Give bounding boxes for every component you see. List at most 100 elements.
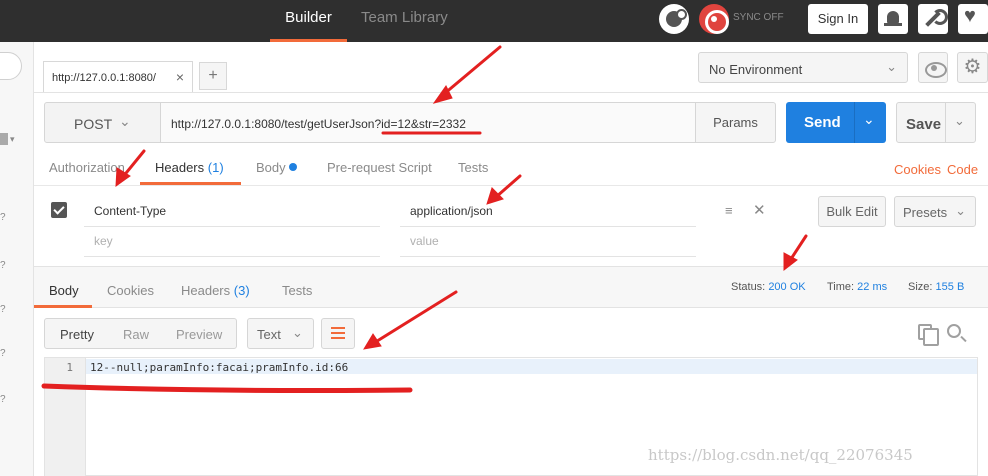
line-gutter: 1 (45, 358, 86, 476)
notifications-bell-icon[interactable] (878, 4, 908, 34)
add-tab-button[interactable]: + (199, 62, 227, 90)
tab-body[interactable]: Body (256, 160, 297, 175)
bulk-edit-button[interactable]: Bulk Edit (818, 196, 886, 227)
drag-handle-icon[interactable]: ≡ (725, 203, 733, 218)
pretty-button[interactable]: Pretty (60, 327, 94, 342)
delete-header-icon[interactable]: ✕ (753, 201, 766, 219)
request-tab[interactable]: http://127.0.0.1:8080/ × (43, 61, 193, 92)
url-input[interactable]: http://127.0.0.1:8080/test/getUserJson?i… (160, 102, 696, 143)
history-item[interactable]: ? (0, 304, 6, 315)
method-value: POST (74, 116, 113, 132)
save-button[interactable]: Save ⌄ (896, 102, 976, 143)
presets-dropdown[interactable]: Presets ⌄ (894, 196, 976, 227)
divider (84, 256, 380, 257)
active-tab-indicator (34, 305, 92, 308)
annotation-arrow-url (442, 45, 502, 96)
divider (945, 103, 946, 142)
sidebar-search-input[interactable] (0, 52, 22, 80)
presets-label: Presets (903, 205, 948, 220)
divider (400, 256, 696, 257)
manage-environments-gear-icon[interactable]: ⚙ (957, 52, 988, 83)
save-options-chevron-icon[interactable]: ⌄ (954, 113, 965, 129)
tab-tests[interactable]: Tests (458, 160, 488, 175)
history-item[interactable]: ? (0, 394, 6, 405)
sign-in-button[interactable]: Sign In (808, 4, 868, 34)
close-tab-icon[interactable]: × (176, 69, 184, 85)
watermark: https://blog.csdn.net/qq_22076345 (648, 446, 913, 464)
trash-icon[interactable] (0, 133, 8, 145)
response-tab-headers-count: (3) (233, 283, 250, 298)
search-icon[interactable] (947, 324, 961, 338)
history-item[interactable]: ? (0, 348, 6, 359)
method-select[interactable]: POST ⌄ (44, 102, 161, 143)
interceptor-icon[interactable] (659, 4, 689, 34)
request-tab-label: http://127.0.0.1:8080/ (52, 72, 156, 84)
environment-select[interactable]: No Environment ⌄ (698, 52, 908, 83)
header-value-input[interactable]: value (410, 234, 439, 248)
size-label: Size: (908, 281, 933, 293)
time-meta: Time: 22 ms (827, 281, 887, 293)
tab-pre-request-script[interactable]: Pre-request Script (327, 160, 432, 175)
tab-builder[interactable]: Builder (270, 0, 347, 42)
response-tab-tests[interactable]: Tests (282, 283, 312, 298)
header-enabled-checkbox[interactable] (51, 202, 67, 218)
body-indicator-dot (288, 163, 297, 171)
annotation-arrow-headers (120, 149, 146, 180)
environment-quick-look-eye-icon[interactable] (918, 52, 948, 83)
settings-wrench-icon[interactable] (918, 4, 948, 34)
heart-icon[interactable]: ♥ (958, 4, 988, 34)
annotation-arrow-content-type (494, 174, 522, 199)
sidebar: ▾ ? ? ? ? ? (0, 42, 34, 476)
params-button[interactable]: Params (695, 102, 776, 143)
divider (34, 92, 988, 93)
header-key-input[interactable]: key (94, 234, 113, 248)
annotation-arrow-status (787, 234, 808, 264)
format-toggle-group: Pretty Raw Preview (44, 318, 237, 349)
history-item[interactable]: ? (0, 260, 6, 271)
format-type-value: Text (257, 327, 281, 342)
chevron-down-icon: ⌄ (886, 59, 897, 74)
cookies-link[interactable]: Cookies (894, 162, 941, 177)
send-options-chevron-icon[interactable]: ⌄ (863, 111, 875, 128)
tab-authorization[interactable]: Authorization (49, 160, 125, 175)
divider (34, 185, 988, 186)
wrap-lines-icon[interactable] (321, 318, 355, 349)
history-item[interactable]: ? (0, 212, 6, 223)
copy-icon[interactable] (918, 324, 939, 346)
header-key-cell[interactable]: Content-Type (94, 204, 166, 218)
url-value: http://127.0.0.1:8080/test/getUserJson?i… (171, 117, 466, 131)
divider (84, 226, 380, 227)
header-value-cell[interactable]: application/json (410, 204, 493, 218)
tab-headers[interactable]: Headers (1) (155, 160, 224, 175)
sync-status-label: SYNC OFF (733, 12, 784, 23)
status-value: 200 OK (768, 281, 806, 293)
response-tab-cookies[interactable]: Cookies (107, 283, 154, 298)
code-link[interactable]: Code (947, 162, 978, 177)
status-meta: Status: 200 OK (731, 281, 806, 293)
format-type-select[interactable]: Text ⌄ (247, 318, 314, 349)
annotation-arrowhead (363, 333, 382, 350)
tab-body-label: Body (256, 160, 286, 175)
preview-button[interactable]: Preview (176, 327, 222, 342)
tab-team-library[interactable]: Team Library (361, 0, 448, 42)
annotation-arrowhead (486, 187, 504, 205)
status-label: Status: (731, 281, 766, 293)
time-value: 22 ms (857, 281, 888, 293)
chevron-down-icon: ⌄ (955, 203, 966, 218)
send-label: Send (804, 114, 841, 131)
raw-button[interactable]: Raw (123, 327, 149, 342)
chevron-down-icon[interactable]: ▾ (10, 134, 15, 145)
divider (400, 226, 696, 227)
top-navbar: Builder Team Library SYNC OFF Sign In ♥ (0, 0, 988, 42)
send-button[interactable]: Send ⌄ (786, 102, 886, 143)
time-label: Time: (827, 281, 855, 293)
size-meta: Size: 155 B (908, 281, 964, 293)
sync-icon[interactable] (699, 4, 729, 34)
annotation-arrowhead (432, 85, 453, 104)
save-label: Save (906, 116, 942, 133)
response-tab-headers[interactable]: Headers (3) (181, 283, 250, 298)
response-tab-body[interactable]: Body (49, 283, 79, 298)
divider (854, 102, 855, 143)
chevron-down-icon: ⌄ (119, 113, 131, 129)
line-number: 1 (66, 361, 73, 374)
